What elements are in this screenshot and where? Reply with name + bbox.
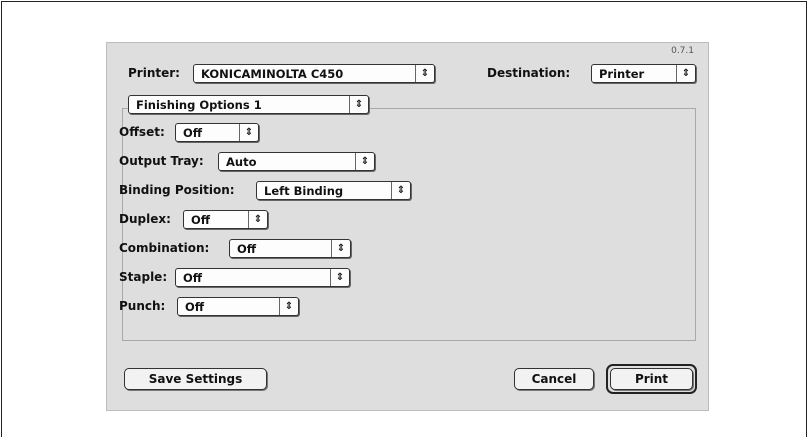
staple-label: Staple: [119,270,168,284]
duplex-select[interactable]: Off ⇕ [183,210,268,229]
panel-select[interactable]: Finishing Options 1 ⇕ [128,95,369,114]
print-button[interactable]: Print [610,368,693,390]
punch-select[interactable]: Off ⇕ [177,297,299,316]
print-dialog: 0.7.1 Printer: KONICAMINOLTA C450 ⇕ Dest… [106,42,709,411]
printer-select[interactable]: KONICAMINOLTA C450 ⇕ [193,64,435,83]
up-down-arrows-icon: ⇕ [676,65,695,82]
combination-label: Combination: [119,241,210,255]
panel-value: Finishing Options 1 [136,98,262,112]
cancel-button[interactable]: Cancel [514,368,594,390]
up-down-arrows-icon: ⇕ [391,182,410,199]
offset-label: Offset: [119,125,165,139]
offset-value: Off [183,126,203,140]
destination-value: Printer [599,67,645,81]
up-down-arrows-icon: ⇕ [279,298,298,315]
printer-label: Printer: [128,66,180,80]
combination-value: Off [237,242,257,256]
duplex-value: Off [191,213,211,227]
output-tray-value: Auto [226,155,257,169]
version-label: 0.7.1 [671,46,694,56]
up-down-arrows-icon: ⇕ [355,153,374,170]
offset-select[interactable]: Off ⇕ [175,123,259,142]
up-down-arrows-icon: ⇕ [331,240,350,257]
up-down-arrows-icon: ⇕ [415,65,434,82]
staple-value: Off [183,271,203,285]
binding-position-value: Left Binding [264,184,344,198]
up-down-arrows-icon: ⇕ [330,269,349,286]
binding-position-label: Binding Position: [119,183,235,197]
printer-value: KONICAMINOLTA C450 [201,67,344,81]
output-tray-select[interactable]: Auto ⇕ [218,152,375,171]
up-down-arrows-icon: ⇕ [349,96,368,113]
up-down-arrows-icon: ⇕ [248,211,267,228]
destination-label: Destination: [487,66,571,80]
staple-select[interactable]: Off ⇕ [175,268,350,287]
up-down-arrows-icon: ⇕ [239,124,258,141]
combination-select[interactable]: Off ⇕ [229,239,351,258]
save-settings-button[interactable]: Save Settings [124,368,267,390]
punch-value: Off [185,300,205,314]
binding-position-select[interactable]: Left Binding ⇕ [256,181,411,200]
destination-select[interactable]: Printer ⇕ [591,64,696,83]
output-tray-label: Output Tray: [119,154,204,168]
punch-label: Punch: [119,299,166,313]
duplex-label: Duplex: [119,212,171,226]
